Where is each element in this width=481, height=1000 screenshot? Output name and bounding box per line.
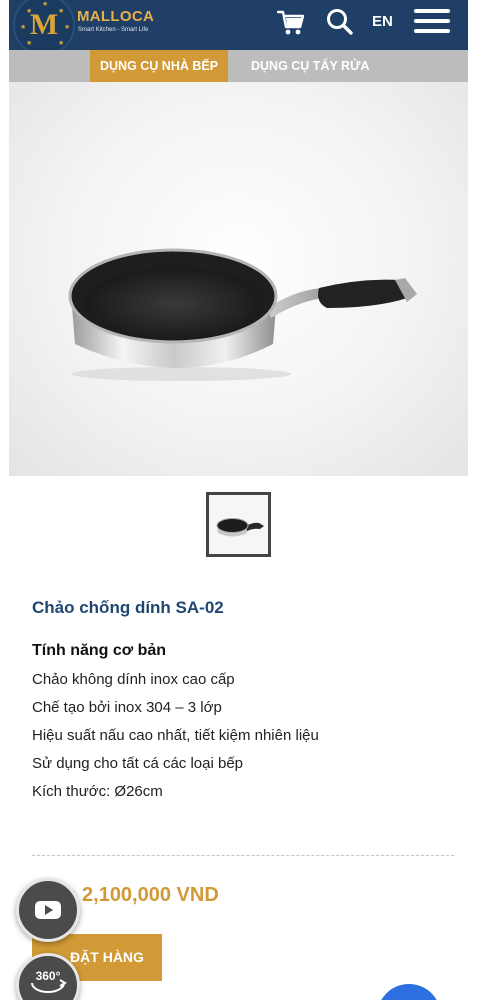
- cart-icon[interactable]: [276, 7, 305, 42]
- frying-pan-image: [68, 248, 417, 381]
- feature-list: Chảo không dính inox cao cấp Chế tạo bởi…: [32, 670, 319, 810]
- menu-icon[interactable]: [414, 9, 450, 33]
- product-title: Chảo chống dính SA-02: [32, 598, 224, 617]
- feature-item: Sử dụng cho tất cá các loại bếp: [32, 755, 244, 772]
- feature-item: Chế tạo bởi inox 304 – 3 lớp: [32, 699, 222, 716]
- rotate-360-icon: 360°: [31, 969, 67, 993]
- logo-letter: M: [29, 8, 59, 41]
- video-button[interactable]: [16, 878, 80, 942]
- search-icon[interactable]: [325, 7, 355, 42]
- feature-item: Hiệu suất nấu cao nhất, tiết kiệm nhiên …: [32, 727, 319, 744]
- product-image: [9, 82, 468, 476]
- logo-star-icon: ★: [26, 40, 33, 47]
- chat-button[interactable]: [377, 984, 441, 1000]
- logo-star-icon: ★: [58, 40, 65, 47]
- site-header: ★ ★ ★ ★ ★ ★ ★ M MALLOCA Smart Kitchen - …: [9, 0, 468, 56]
- tab-cleaning-tools[interactable]: DỤNG CỤ TẨY RỬA: [241, 50, 379, 82]
- features-heading: Tính năng cơ bản: [32, 642, 167, 659]
- divider: [32, 855, 454, 856]
- logo-star-icon: ★: [42, 1, 49, 8]
- brand-name[interactable]: MALLOCA: [77, 8, 154, 25]
- category-bar: DỤNG CỤ NHÀ BẾP DỤNG CỤ TẨY RỬA: [9, 50, 468, 82]
- youtube-icon: [35, 901, 61, 919]
- view-360-label: 360°: [36, 969, 61, 983]
- view-360-button[interactable]: 360°: [16, 953, 80, 1000]
- frying-pan-thumbnail-icon: [216, 518, 264, 537]
- brand-tagline: Smart Kitchen - Smart Life: [78, 27, 149, 33]
- logo[interactable]: ★ ★ ★ ★ ★ ★ ★ M: [13, 0, 75, 56]
- tab-kitchen-tools[interactable]: DỤNG CỤ NHÀ BẾP: [90, 50, 229, 82]
- feature-item: Kích thước: Ø26cm: [32, 783, 163, 800]
- product-thumbnail[interactable]: [206, 492, 271, 557]
- feature-item: Chảo không dính inox cao cấp: [32, 671, 235, 688]
- language-switch[interactable]: EN: [372, 13, 393, 30]
